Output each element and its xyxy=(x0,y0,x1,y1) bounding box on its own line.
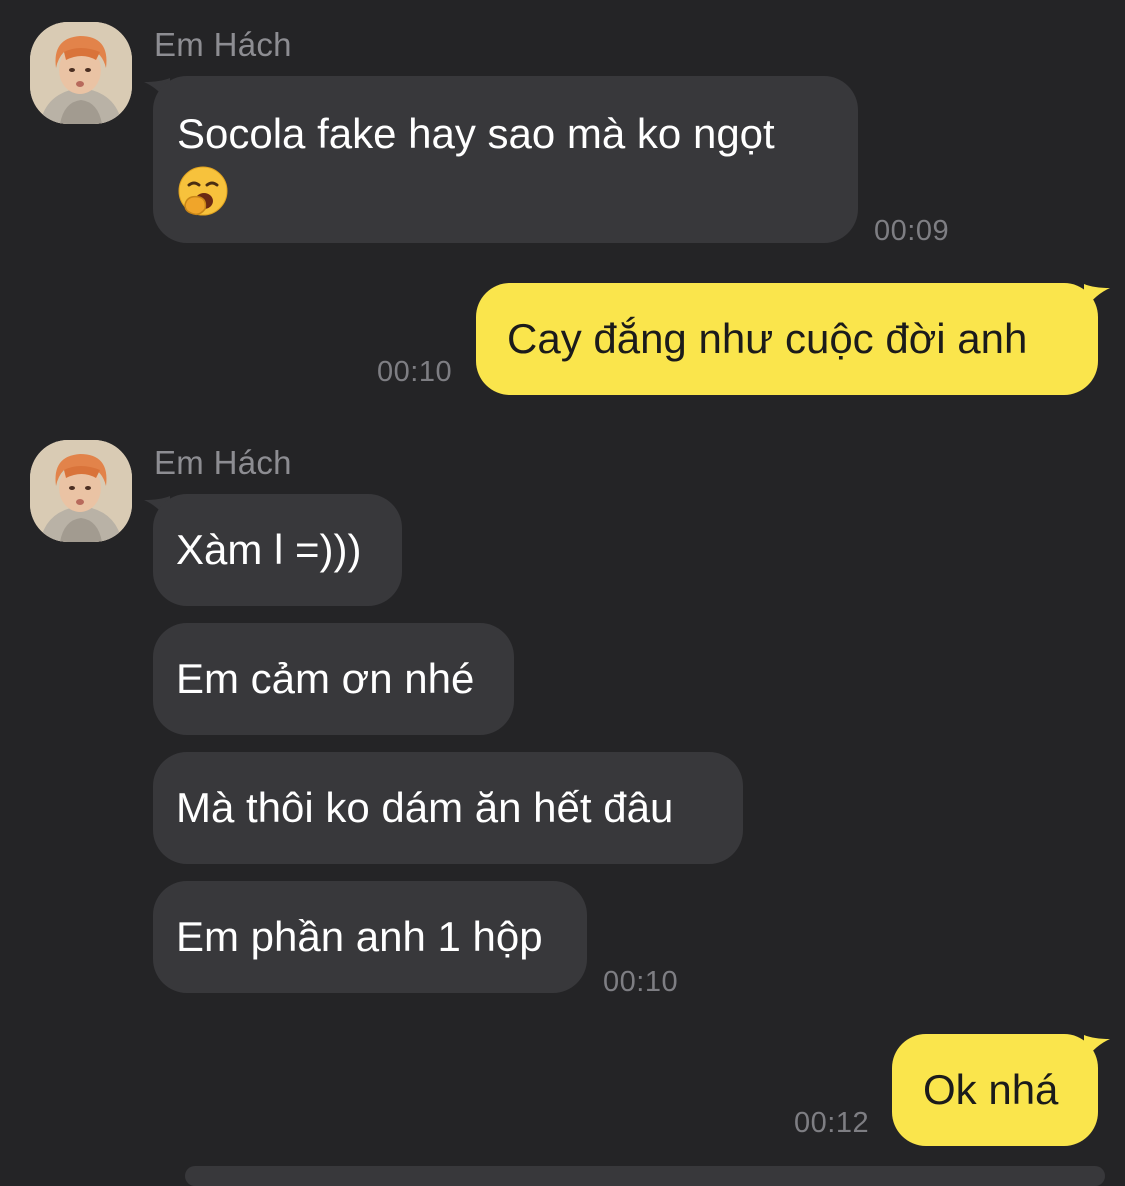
message-bubble[interactable]: Cay đắng như cuộc đời anh xyxy=(476,283,1098,395)
message-text: Em phần anh 1 hộp xyxy=(176,913,543,960)
sender-avatar[interactable] xyxy=(30,22,132,124)
sender-name: Em Hách xyxy=(154,444,292,481)
sender-name: Em Hách xyxy=(154,26,292,63)
message-text: Socola fake hay sao mà ko ngọt xyxy=(177,110,775,157)
message-bubble[interactable]: Em cảm ơn nhé xyxy=(153,623,514,735)
message-timestamp: 00:10 xyxy=(603,966,679,998)
message-bubble[interactable]: Xàm l =))) xyxy=(153,494,402,606)
message-bubble[interactable]: Mà thôi ko dám ăn hết đâu xyxy=(153,752,743,864)
message-timestamp: 00:12 xyxy=(794,1107,870,1139)
message-bubble[interactable]: Socola fake hay sao mà ko ngọt xyxy=(153,76,858,243)
message-text: Em cảm ơn nhé xyxy=(176,655,475,702)
sender-avatar[interactable] xyxy=(30,440,132,542)
avatar-photo-icon xyxy=(30,22,132,124)
message-text: Mà thôi ko dám ăn hết đâu xyxy=(176,784,674,831)
avatar-photo-icon xyxy=(30,440,132,542)
message-text: Cay đắng như cuộc đời anh xyxy=(507,315,1028,362)
next-message-bubble-edge xyxy=(185,1166,1105,1186)
bubble-tail xyxy=(1084,1035,1110,1061)
message-text: Xàm l =))) xyxy=(176,526,362,573)
bubble-tail xyxy=(1084,284,1110,310)
message-bubble[interactable]: Em phần anh 1 hộp xyxy=(153,881,587,993)
message-bubble[interactable]: Ok nhá xyxy=(892,1034,1098,1146)
message-timestamp: 00:10 xyxy=(377,356,453,388)
message-text: Ok nhá xyxy=(923,1066,1059,1113)
message-timestamp: 00:09 xyxy=(874,215,950,247)
yawning-face-emoji xyxy=(178,166,228,216)
